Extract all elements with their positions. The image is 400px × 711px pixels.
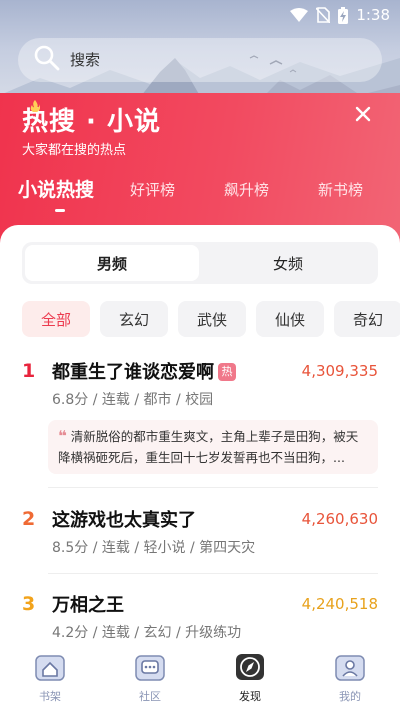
category-chip-wuxia[interactable]: 武侠 xyxy=(178,301,246,337)
status-bar: 1:38 xyxy=(0,0,400,30)
gender-toggle: 男频 女频 xyxy=(22,242,378,284)
nav-label: 我的 xyxy=(339,690,361,703)
book-meta: 4.2分 / 连载 / 玄幻 / 升级练功 xyxy=(52,625,242,641)
rank-number: 2 xyxy=(22,508,36,530)
search-bar[interactable] xyxy=(18,38,382,82)
ranking-item[interactable]: 1 都重生了谁谈恋爱啊热 4,309,335 6.8分 / 连载 / 都市 / … xyxy=(22,360,378,480)
page-subtitle: 大家都在搜的热点 xyxy=(22,143,127,158)
quote-icon: ❝ xyxy=(58,427,67,445)
discover-icon xyxy=(234,652,266,686)
divider xyxy=(48,487,378,488)
status-time: 1:38 xyxy=(356,6,390,24)
search-count: 4,260,630 xyxy=(301,510,378,528)
close-button[interactable] xyxy=(348,101,378,131)
page-title: 热搜 · 小说 xyxy=(22,101,161,138)
nav-discover[interactable]: 发现 xyxy=(220,652,280,704)
ranking-item[interactable]: 3 万相之王 4,240,518 4.2分 / 连载 / 玄幻 / 升级练功 xyxy=(22,593,378,653)
gender-option-female[interactable]: 女频 xyxy=(201,245,375,281)
nav-profile[interactable]: 我的 xyxy=(320,652,380,704)
search-count: 4,309,335 xyxy=(301,362,378,380)
bookshelf-icon xyxy=(34,652,66,686)
tab-novel-hot[interactable]: 小说热搜 xyxy=(18,175,94,202)
nav-bookshelf[interactable]: 书架 xyxy=(20,652,80,704)
page-title-text: 热搜 · 小说 xyxy=(22,107,161,137)
close-icon xyxy=(355,106,371,126)
book-title: 万相之王 xyxy=(52,595,124,616)
nav-label: 社区 xyxy=(139,690,161,703)
category-chip-qihuan[interactable]: 奇幻 xyxy=(334,301,400,337)
no-sim-icon xyxy=(316,7,331,23)
nav-community[interactable]: 社区 xyxy=(120,652,180,704)
book-meta: 8.5分 / 连载 / 轻小说 / 第四天灾 xyxy=(52,540,256,556)
rank-number: 1 xyxy=(22,360,36,382)
wifi-icon xyxy=(290,8,309,22)
battery-charging-icon xyxy=(338,6,349,24)
book-description: ❝ 清新脱俗的都市重生爽文，主角上辈子是田狗，被天降横祸砸死后，重生回十七岁发誓… xyxy=(48,420,378,474)
tab-top-rated[interactable]: 好评榜 xyxy=(130,179,175,200)
book-title-text: 都重生了谁谈恋爱啊 xyxy=(52,362,214,383)
tab-rising[interactable]: 飙升榜 xyxy=(224,179,269,200)
rank-number: 3 xyxy=(22,593,36,615)
nav-label: 书架 xyxy=(39,690,61,703)
flame-icon xyxy=(30,97,41,116)
profile-icon xyxy=(334,652,366,686)
category-chip-xianxia[interactable]: 仙侠 xyxy=(256,301,324,337)
book-description-text: 清新脱俗的都市重生爽文，主角上辈子是田狗，被天降横祸砸死后，重生回十七岁发誓再也… xyxy=(58,429,359,465)
ranking-item[interactable]: 2 这游戏也太真实了 4,260,630 8.5分 / 连载 / 轻小说 / 第… xyxy=(22,508,378,568)
ranking-tabs: 小说热搜 好评榜 飙升榜 新书榜 xyxy=(0,179,400,219)
ranking-panel: 男频 女频 全部 玄幻 武侠 仙侠 奇幻 1 都重生了谁谈恋爱啊热 4,309,… xyxy=(0,225,400,711)
book-meta: 6.8分 / 连载 / 都市 / 校园 xyxy=(52,392,214,408)
community-icon xyxy=(134,652,166,686)
category-chips: 全部 玄幻 武侠 仙侠 奇幻 xyxy=(22,301,400,337)
hot-badge: 热 xyxy=(218,363,236,381)
search-count: 4,240,518 xyxy=(301,595,378,613)
search-input[interactable] xyxy=(70,51,350,69)
tab-new-books[interactable]: 新书榜 xyxy=(318,179,363,200)
gender-option-male[interactable]: 男频 xyxy=(25,245,199,281)
search-icon xyxy=(34,45,60,75)
book-title: 这游戏也太真实了 xyxy=(52,510,196,531)
divider xyxy=(48,573,378,574)
book-title: 都重生了谁谈恋爱啊热 xyxy=(52,358,236,384)
tab-indicator xyxy=(55,209,65,212)
bottom-nav: 书架 社区 发现 我的 xyxy=(0,648,400,711)
category-chip-xuanhuan[interactable]: 玄幻 xyxy=(100,301,168,337)
nav-label: 发现 xyxy=(239,690,261,703)
category-chip-all[interactable]: 全部 xyxy=(22,301,90,337)
